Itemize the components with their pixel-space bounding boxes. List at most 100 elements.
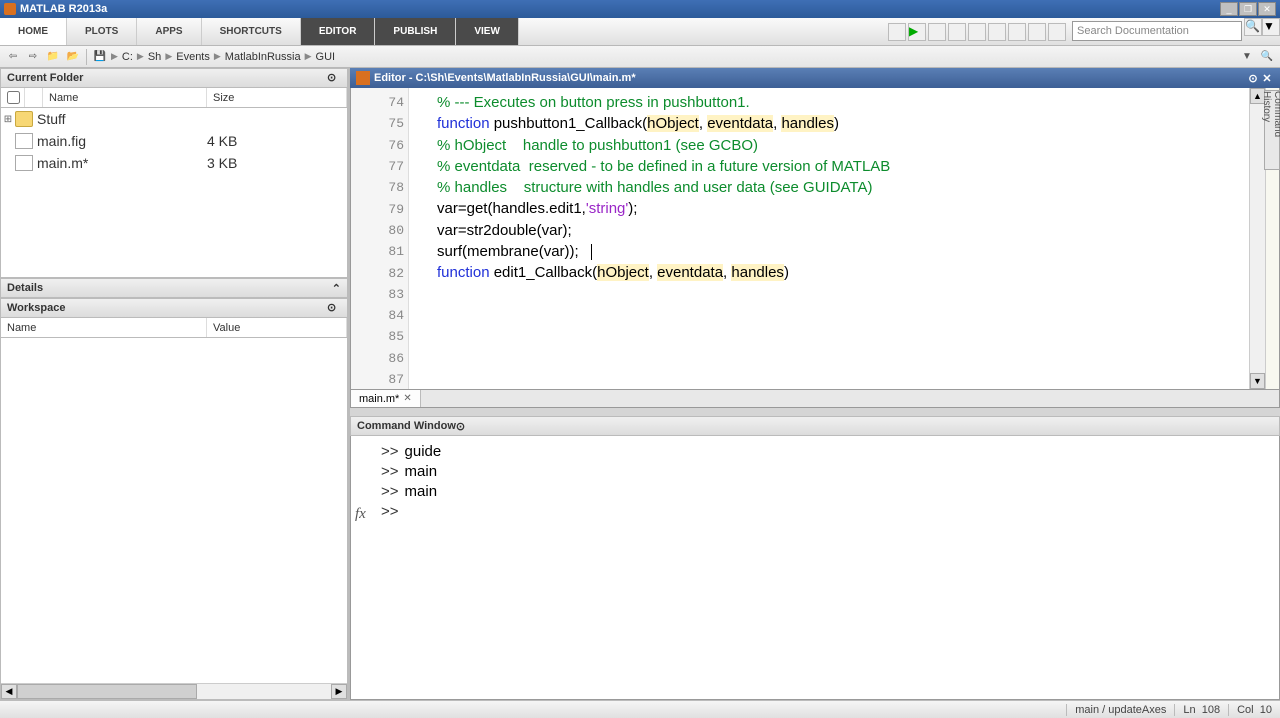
tab-view[interactable]: VIEW <box>456 18 519 45</box>
column-name[interactable]: Name <box>43 88 207 107</box>
ws-column-name[interactable]: Name <box>1 318 207 337</box>
column-size[interactable]: Size <box>207 88 347 107</box>
editor-header: Editor - C:\Sh\Events\MatlabInRussia\GUI… <box>350 68 1280 88</box>
editor-body[interactable]: 7475767778798081828384858687 % --- Execu… <box>350 88 1280 390</box>
column-check[interactable] <box>1 88 25 107</box>
breadcrumb-drive[interactable]: C: <box>122 51 133 63</box>
code-line[interactable]: % hObject handle to pushbutton1 (see GCB… <box>437 135 1249 156</box>
expand-icon[interactable]: ⊞ <box>1 114 15 125</box>
code-line[interactable]: % eventdata reserved - to be defined in … <box>437 156 1249 177</box>
chevron-right-icon: ▶ <box>137 51 144 62</box>
search-icon[interactable]: 🔍 <box>1244 18 1262 36</box>
chevron-right-icon: ▶ <box>111 51 118 62</box>
editor-file-icon <box>356 71 370 85</box>
file-name: main.fig <box>37 133 207 149</box>
file-name: Stuff <box>37 111 207 127</box>
statusbar: main / updateAxes Ln 108 Col 10 <box>0 700 1280 718</box>
minimize-button[interactable]: _ <box>1220 2 1238 16</box>
code-line[interactable]: surf(membrane(var)); <box>437 241 1249 262</box>
drive-icon[interactable]: 💾 <box>91 48 109 66</box>
quick-icon-7[interactable] <box>1008 23 1026 41</box>
line-number: 85 <box>351 326 408 347</box>
quick-icon-4[interactable] <box>948 23 966 41</box>
back-icon[interactable]: ⇦ <box>4 48 22 66</box>
line-number: 77 <box>351 156 408 177</box>
command-window[interactable]: >>guide >>main >>main >> fx <box>350 436 1280 700</box>
details-title: Details <box>7 282 43 294</box>
code-line[interactable]: % --- Executes on button press in pushbu… <box>437 92 1249 113</box>
panel-menu-icon[interactable]: ⊙ <box>327 71 341 85</box>
expand-icon[interactable]: ⌃ <box>332 282 341 295</box>
run-icon[interactable]: ▶ <box>908 23 926 41</box>
code-line[interactable]: var=get(handles.edit1,'string'); <box>437 198 1249 219</box>
code-line[interactable]: % handles structure with handles and use… <box>437 177 1249 198</box>
cmd-entry-1: main <box>405 462 438 482</box>
up-icon[interactable]: 📁 <box>44 48 62 66</box>
maximize-button[interactable]: ❐ <box>1239 2 1257 16</box>
folder-icon[interactable]: 📂 <box>64 48 82 66</box>
quick-icon-9[interactable] <box>1048 23 1066 41</box>
breadcrumb[interactable]: ▶ C: ▶ Sh ▶ Events ▶ MatlabInRussia ▶ GU… <box>111 51 335 63</box>
ribbon-dropdown-icon[interactable]: ▼ <box>1262 18 1280 36</box>
toolbar-dropdown-icon[interactable]: ▼ <box>1238 48 1256 66</box>
splitter[interactable] <box>350 408 1280 416</box>
command-window-header: Command Window ⊙ <box>350 416 1280 436</box>
quick-icon-5[interactable] <box>968 23 986 41</box>
scroll-right-icon[interactable]: ▶ <box>331 684 347 699</box>
folder-icon <box>15 111 33 127</box>
workspace-title: Workspace <box>7 302 66 314</box>
editor-title: Editor - C:\Sh\Events\MatlabInRussia\GUI… <box>374 72 636 84</box>
line-number: 80 <box>351 220 408 241</box>
file-row[interactable]: main.m* 3 KB <box>1 152 347 174</box>
breadcrumb-part-1[interactable]: Events <box>176 51 210 63</box>
tab-close-icon[interactable]: ✕ <box>403 393 411 404</box>
code-line[interactable]: function edit1_Callback(hObject, eventda… <box>437 262 1249 283</box>
forward-icon[interactable]: ⇨ <box>24 48 42 66</box>
status-col: Col 10 <box>1228 704 1280 716</box>
panel-menu-icon[interactable]: ⊙ <box>456 420 465 433</box>
details-panel[interactable]: Details ⌃ <box>0 278 348 298</box>
scroll-left-icon[interactable]: ◀ <box>1 684 17 699</box>
quick-icon-6[interactable] <box>988 23 1006 41</box>
address-toolbar: ⇦ ⇨ 📁 📂 💾 ▶ C: ▶ Sh ▶ Events ▶ MatlabInR… <box>0 46 1280 68</box>
current-folder-panel: Current Folder ⊙ Name Size ⊞ Stuff main.… <box>0 68 348 278</box>
editor-close-icon[interactable]: ✕ <box>1260 71 1274 85</box>
code-line[interactable]: var=str2double(var); <box>437 220 1249 241</box>
line-number: 79 <box>351 198 408 219</box>
line-number: 78 <box>351 177 408 198</box>
quick-icon-3[interactable] <box>928 23 946 41</box>
breadcrumb-part-2[interactable]: MatlabInRussia <box>225 51 301 63</box>
tab-apps[interactable]: APPS <box>137 18 201 45</box>
line-number: 83 <box>351 284 408 305</box>
command-history-tab[interactable]: Command History <box>1264 90 1280 170</box>
tab-home[interactable]: HOME <box>0 18 67 45</box>
tab-plots[interactable]: PLOTS <box>67 18 137 45</box>
code-line[interactable]: function pushbutton1_Callback(hObject, e… <box>437 113 1249 134</box>
tab-publish[interactable]: PUBLISH <box>375 18 456 45</box>
file-row[interactable]: ⊞ Stuff <box>1 108 347 130</box>
breadcrumb-part-3[interactable]: GUI <box>316 51 336 63</box>
editor-tab-main[interactable]: main.m* ✕ <box>351 390 421 407</box>
tab-editor[interactable]: EDITOR <box>301 18 376 45</box>
command-window-title: Command Window <box>357 420 456 432</box>
search-folder-icon[interactable]: 🔍 <box>1258 48 1276 66</box>
editor-menu-icon[interactable]: ⊙ <box>1246 71 1260 85</box>
tab-shortcuts[interactable]: SHORTCUTS <box>202 18 301 45</box>
matlab-icon <box>4 3 16 15</box>
line-number: 76 <box>351 135 408 156</box>
panel-menu-icon[interactable]: ⊙ <box>327 301 341 315</box>
file-row[interactable]: main.fig 4 KB <box>1 130 347 152</box>
ws-column-value[interactable]: Value <box>207 318 347 337</box>
close-button[interactable]: ✕ <box>1258 2 1276 16</box>
quick-icon-8[interactable] <box>1028 23 1046 41</box>
chevron-right-icon: ▶ <box>214 51 221 62</box>
quick-icon-1[interactable] <box>888 23 906 41</box>
line-number: 86 <box>351 348 408 369</box>
scroll-down-icon[interactable]: ▼ <box>1250 373 1265 389</box>
scroll-thumb[interactable] <box>17 684 197 699</box>
fx-icon[interactable]: fx <box>355 504 366 524</box>
search-input[interactable]: Search Documentation <box>1072 21 1242 41</box>
file-icon <box>15 133 33 149</box>
breadcrumb-part-0[interactable]: Sh <box>148 51 161 63</box>
cmd-entry-2: main <box>405 482 438 502</box>
